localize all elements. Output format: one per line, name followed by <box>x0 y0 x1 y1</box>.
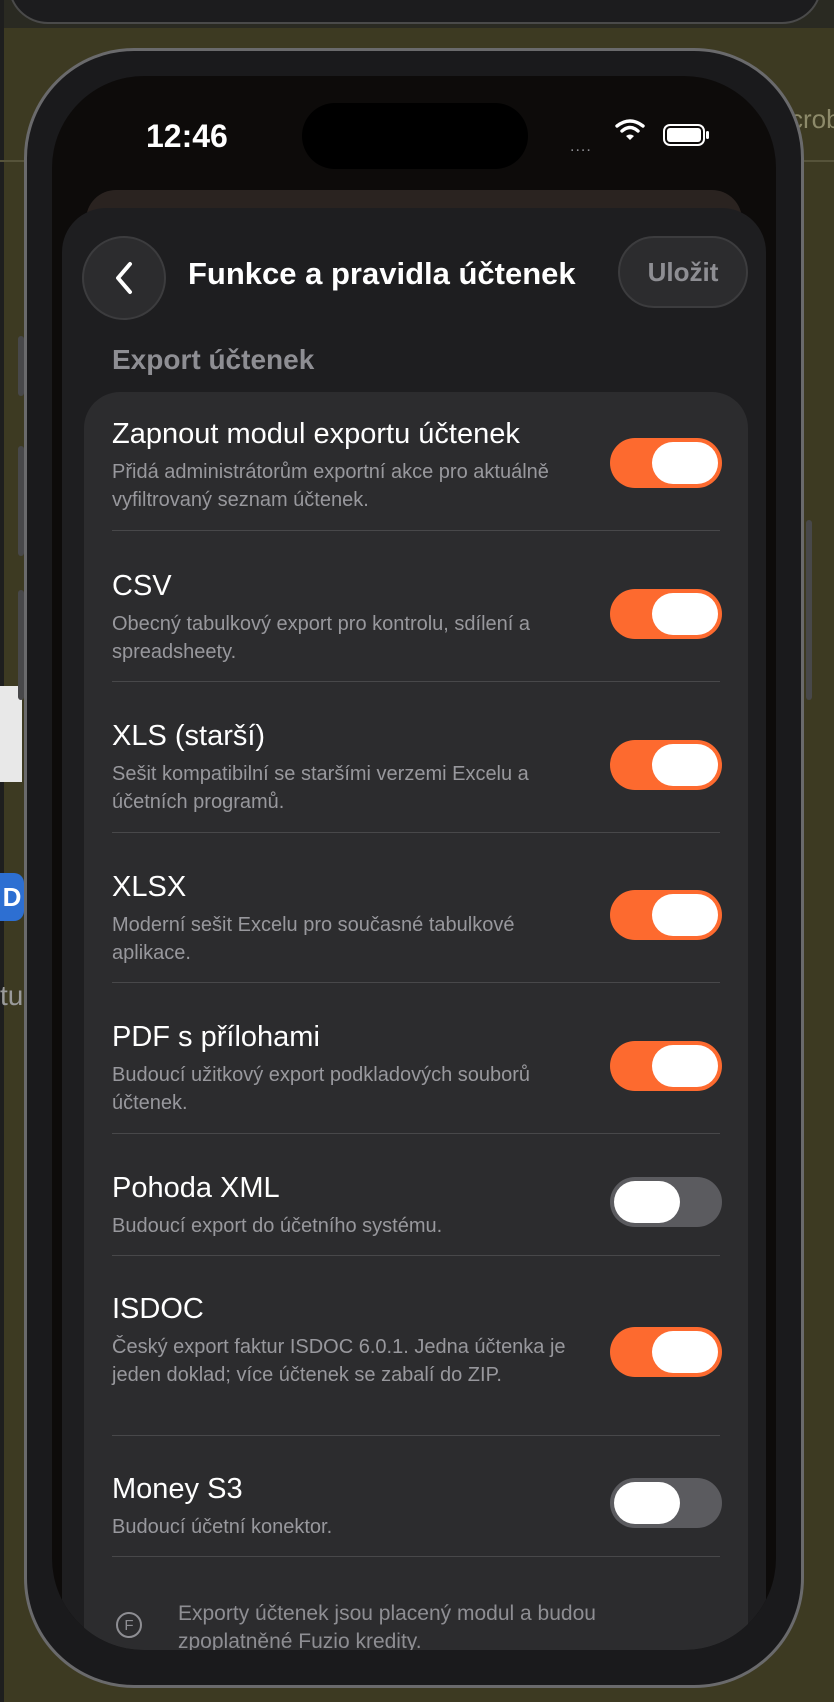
option-title: XLS (starší) <box>112 720 266 752</box>
row-divider <box>112 832 720 833</box>
background-badge: D <box>0 873 24 921</box>
toggle-knob <box>614 1482 680 1524</box>
export-options-card: Zapnout modul exportu účtenek Přidá admi… <box>84 392 748 1650</box>
dynamic-island <box>302 103 528 169</box>
option-description: Obecný tabulkový export pro kontrolu, sd… <box>112 613 531 663</box>
background-panel <box>0 686 22 782</box>
navigation-bar: Funkce a pravidla účtenek Uložit <box>62 208 766 320</box>
toggle-xls[interactable] <box>610 740 722 790</box>
background-left-strip <box>0 0 4 1702</box>
option-title: ISDOC <box>112 1293 204 1325</box>
fuzio-credit-icon: F <box>116 1612 142 1638</box>
save-button[interactable]: Uložit <box>618 236 748 308</box>
option-title: XLSX <box>112 871 187 903</box>
page-title: Funkce a pravidla účtenek <box>188 256 576 291</box>
background-left-text: tu <box>0 980 24 1011</box>
row-divider <box>112 982 720 983</box>
toggle-knob <box>652 744 718 786</box>
status-time: 12:46 <box>146 118 228 154</box>
option-title: CSV <box>112 570 172 602</box>
device-action-button <box>18 336 24 396</box>
footer-text: Exporty účtenek jsou placený modul a bud… <box>178 1602 596 1650</box>
toggle-pdf[interactable] <box>610 1041 722 1091</box>
device-screen: 12:46 .... Funkce a pravidla účtenek Ulo… <box>52 76 776 1650</box>
toggle-pohoda-xml[interactable] <box>610 1177 722 1227</box>
option-description: Český export faktur ISDOC 6.0.1. Jedna ú… <box>112 1336 566 1386</box>
chevron-left-icon <box>116 262 132 294</box>
option-description: Přidá administrátorům exportní akce pro … <box>112 461 549 511</box>
toggle-knob <box>652 442 718 484</box>
row-divider <box>112 530 720 531</box>
status-bar: 12:46 .... <box>52 76 776 186</box>
section-title: Export účtenek <box>112 344 315 375</box>
row-divider <box>112 1255 720 1256</box>
toggle-knob <box>652 1331 718 1373</box>
option-title: Money S3 <box>112 1473 243 1505</box>
toggle-export-module[interactable] <box>610 438 722 488</box>
option-title: Zapnout modul exportu účtenek <box>112 418 520 450</box>
option-description: Sešit kompatibilní se staršími verzemi E… <box>112 763 529 813</box>
row-divider <box>112 1435 720 1436</box>
row-divider <box>112 1556 720 1557</box>
option-title: PDF s přílohami <box>112 1021 320 1053</box>
option-title: Pohoda XML <box>112 1172 280 1204</box>
option-description: Budoucí export do účetního systému. <box>112 1215 443 1237</box>
device-volume-up-button <box>18 446 24 556</box>
back-button[interactable] <box>82 236 166 320</box>
toggle-knob <box>614 1181 680 1223</box>
toggle-xlsx[interactable] <box>610 890 722 940</box>
settings-sheet: Funkce a pravidla účtenek Uložit Export … <box>62 208 766 1650</box>
toggle-knob <box>652 1045 718 1087</box>
battery-icon <box>663 124 709 146</box>
toggle-knob <box>652 894 718 936</box>
option-description: Budoucí účetní konektor. <box>112 1516 333 1538</box>
row-divider <box>112 1133 720 1134</box>
wifi-icon <box>615 119 645 140</box>
toggle-money-s3[interactable] <box>610 1478 722 1528</box>
device-volume-down-button <box>18 590 24 700</box>
option-description: Budoucí užitkový export podkladových sou… <box>112 1064 531 1114</box>
option-description: Moderní sešit Excelu pro současné tabulk… <box>112 914 515 964</box>
device-side-button <box>806 520 812 700</box>
signal-icon: .... <box>570 138 592 155</box>
background-device-edge <box>8 0 822 24</box>
row-divider <box>112 681 720 682</box>
toggle-csv[interactable] <box>610 589 722 639</box>
toggle-knob <box>652 593 718 635</box>
toggle-isdoc[interactable] <box>610 1327 722 1377</box>
